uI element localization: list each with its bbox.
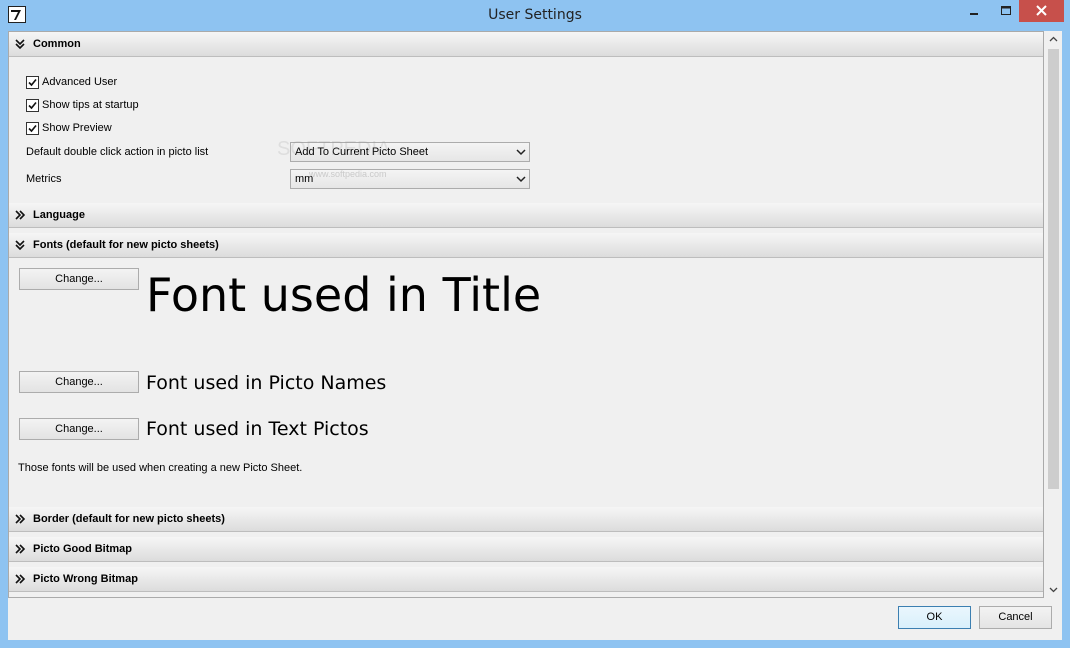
chevron-right-icon <box>15 544 25 554</box>
section-fonts-label: Fonts (default for new picto sheets) <box>33 239 219 251</box>
chevron-up-icon <box>1049 36 1058 42</box>
section-common-header[interactable]: Common <box>9 32 1043 57</box>
cancel-button[interactable]: Cancel <box>979 606 1052 629</box>
scroll-down-button[interactable] <box>1045 581 1062 598</box>
watermark: SOFTPEDIA <box>277 138 391 160</box>
minimize-icon <box>970 13 978 15</box>
window-title: User Settings <box>488 7 582 23</box>
scroll-thumb[interactable] <box>1048 49 1059 489</box>
close-button[interactable] <box>1019 0 1064 22</box>
double-click-action-label: Default double click action in picto lis… <box>26 146 209 158</box>
dialog-client-area: Common Advanced User Show tips at startu… <box>8 31 1062 640</box>
advanced-user-checkbox[interactable] <box>26 76 39 89</box>
advanced-user-label: Advanced User <box>42 76 118 88</box>
show-tips-label: Show tips at startup <box>42 99 139 111</box>
chevron-down-icon <box>15 39 25 50</box>
settings-panel: Common Advanced User Show tips at startu… <box>8 31 1044 598</box>
maximize-icon <box>1001 6 1011 15</box>
chevron-right-icon <box>15 514 25 524</box>
ok-button[interactable]: OK <box>898 606 971 629</box>
maximize-button[interactable] <box>992 0 1020 22</box>
text-pictos-font-sample: Font used in Text Pictos <box>146 418 369 440</box>
title-bar[interactable]: User Settings <box>0 0 1070 30</box>
change-text-pictos-font-button[interactable]: Change... <box>19 418 139 440</box>
show-preview-checkbox[interactable] <box>26 122 39 135</box>
change-title-font-button[interactable]: Change... <box>19 268 139 290</box>
chevron-down-icon <box>15 240 25 251</box>
section-wrong-bitmap-label: Picto Wrong Bitmap <box>33 573 138 585</box>
chevron-right-icon <box>15 210 25 220</box>
vertical-scrollbar[interactable] <box>1045 31 1062 598</box>
checkmark-icon <box>28 78 37 87</box>
metrics-label: Metrics <box>26 173 62 185</box>
section-good-bitmap-header[interactable]: Picto Good Bitmap <box>9 537 1043 562</box>
section-language-header[interactable]: Language <box>9 203 1043 228</box>
show-preview-label: Show Preview <box>42 122 112 134</box>
section-wrong-bitmap-header[interactable]: Picto Wrong Bitmap <box>9 567 1043 592</box>
chevron-right-icon <box>15 574 25 584</box>
section-fonts-header[interactable]: Fonts (default for new picto sheets) <box>9 233 1043 258</box>
section-border-header[interactable]: Border (default for new picto sheets) <box>9 507 1043 532</box>
section-language-label: Language <box>33 209 85 221</box>
chevron-down-icon <box>516 149 526 156</box>
chevron-down-icon <box>516 176 526 183</box>
scroll-up-button[interactable] <box>1045 31 1062 48</box>
section-border-label: Border (default for new picto sheets) <box>33 513 225 525</box>
section-good-bitmap-label: Picto Good Bitmap <box>33 543 132 555</box>
checkmark-icon <box>28 124 37 133</box>
show-tips-checkbox[interactable] <box>26 99 39 112</box>
section-common-label: Common <box>33 38 81 50</box>
fonts-note: Those fonts will be used when creating a… <box>18 462 303 474</box>
chevron-down-icon <box>1049 587 1058 593</box>
title-font-sample: Font used in Title <box>146 268 542 322</box>
minimize-button[interactable] <box>960 0 988 22</box>
watermark-url: www.softpedia.com <box>309 169 387 179</box>
close-icon <box>1036 5 1047 16</box>
checkmark-icon <box>28 101 37 110</box>
change-picto-names-font-button[interactable]: Change... <box>19 371 139 393</box>
user-settings-window: User Settings Common Advanced User Show … <box>0 0 1070 648</box>
picto-names-font-sample: Font used in Picto Names <box>146 372 387 394</box>
